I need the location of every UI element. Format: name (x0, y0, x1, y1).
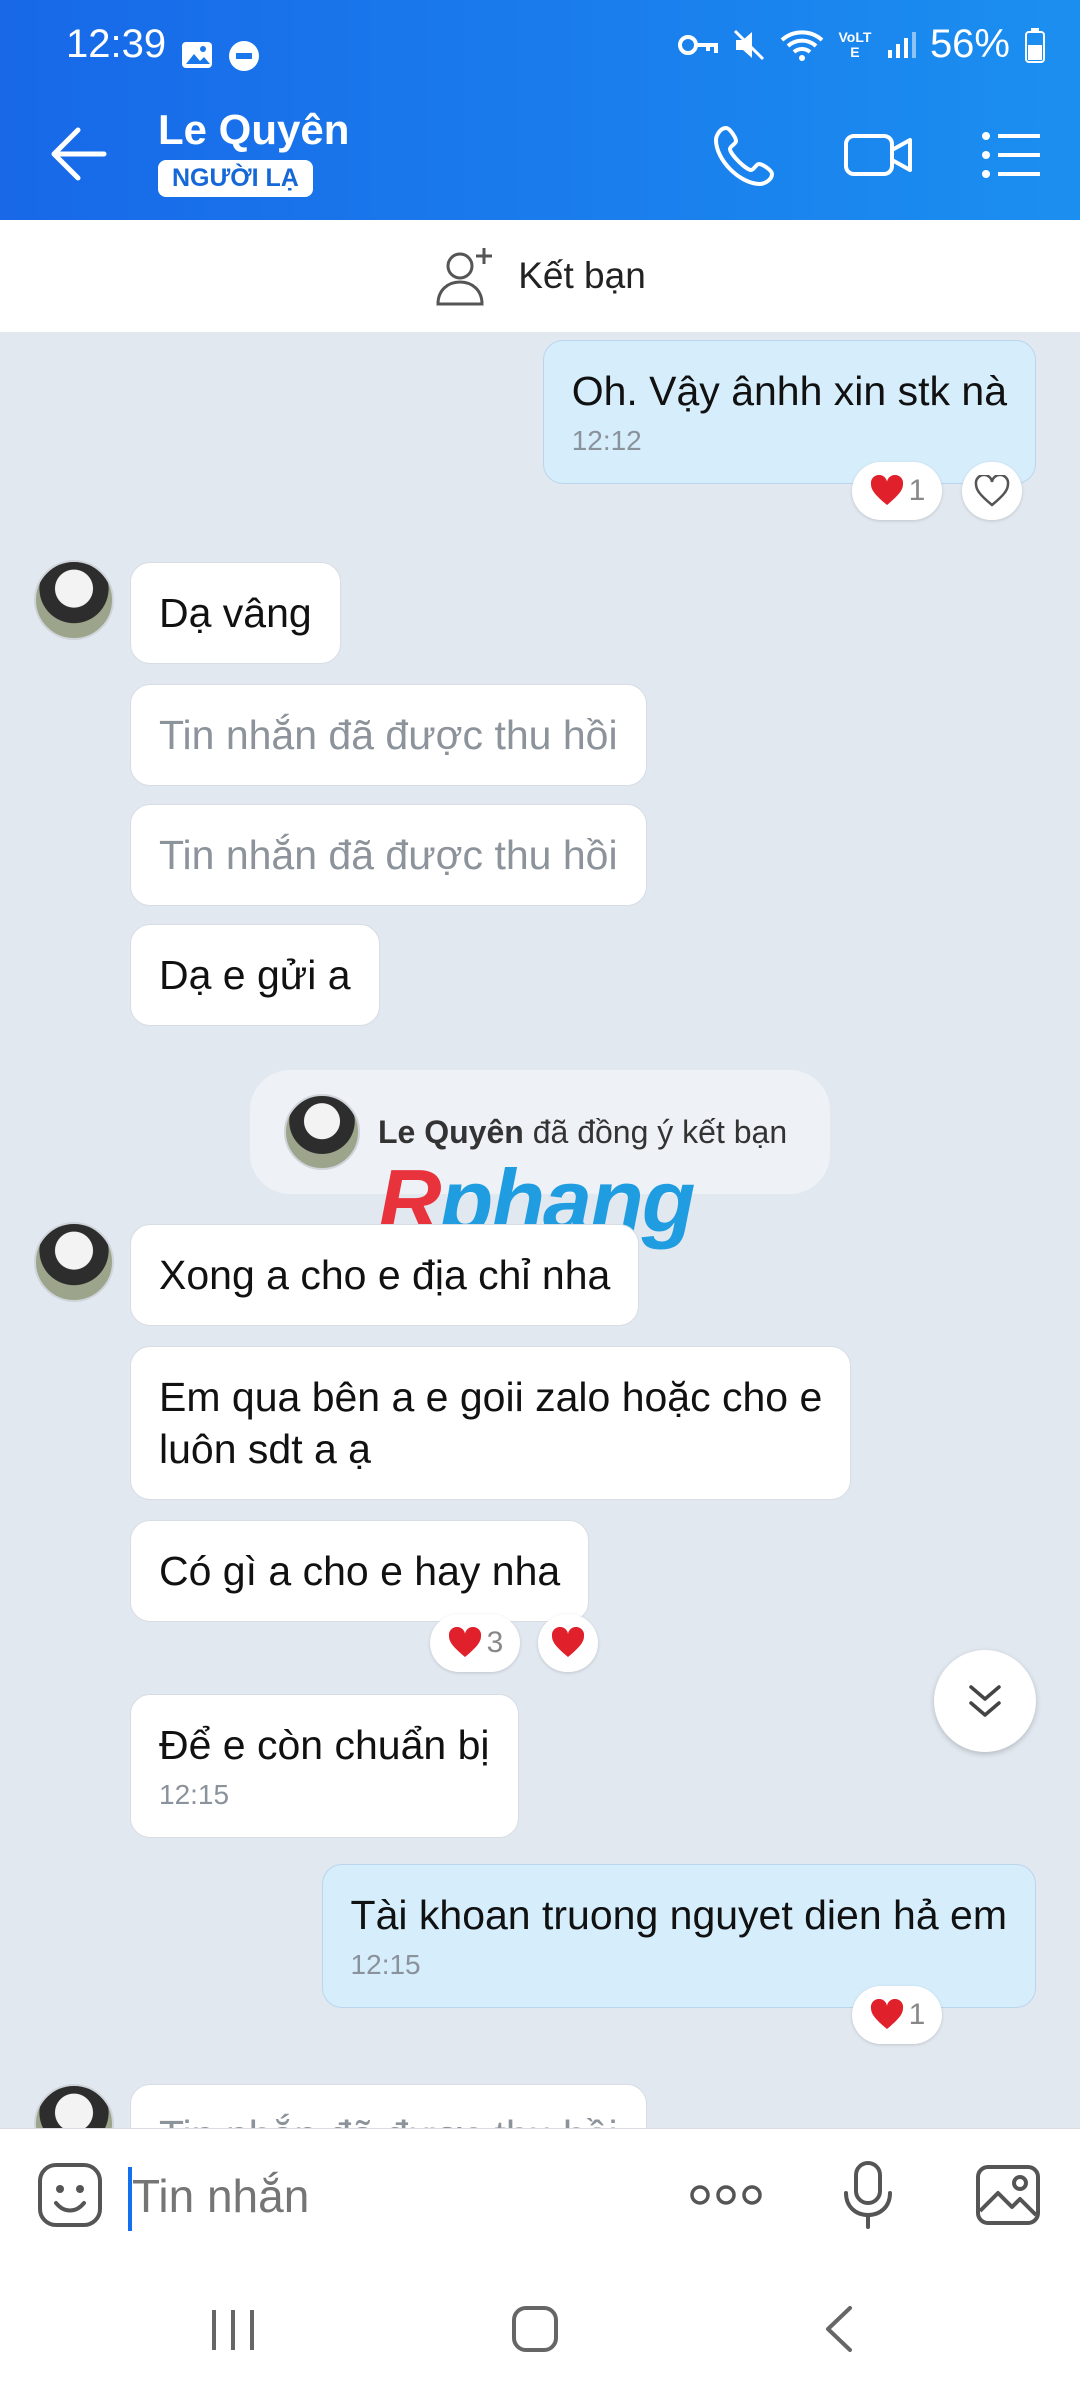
system-message-text: đã đồng ý kết bạn (523, 1113, 788, 1150)
message-text-line: Em qua bên a e goii zalo hoặc cho e (159, 1374, 823, 1420)
reaction-summary[interactable]: 3 (430, 1614, 520, 1672)
message-time: 12:15 (159, 1779, 230, 1810)
heart-icon (870, 475, 903, 505)
battery-icon (1025, 27, 1045, 63)
reaction-count: 3 (486, 1626, 504, 1659)
message-text: Có gì a cho e hay nha (159, 1548, 561, 1594)
video-call-icon[interactable] (842, 122, 914, 188)
back-arrow-icon[interactable] (44, 122, 114, 186)
do-not-disturb-icon (229, 41, 259, 71)
chat-header: Le Quyên NGƯỜI LẠ (0, 86, 1080, 220)
message-input[interactable] (132, 2169, 652, 2223)
add-friend-label: Kết bạn (518, 255, 646, 296)
message-bubble-incoming[interactable]: Dạ vâng (130, 562, 341, 664)
contact-avatar[interactable] (34, 2084, 114, 2128)
scroll-to-bottom-button[interactable] (934, 1650, 1036, 1752)
heart-icon (448, 1627, 481, 1657)
volte-label: VoLTE (838, 28, 872, 60)
status-bar: 12:39 VoLTE 56% (0, 0, 1080, 86)
heart-outline-icon (974, 475, 1010, 507)
message-time: 12:15 (350, 1949, 421, 1980)
react-heart-button[interactable] (538, 1614, 598, 1672)
contact-avatar[interactable] (34, 560, 114, 640)
message-bubble-incoming[interactable]: Dạ e gửi a (130, 924, 380, 1026)
message-text: Xong a cho e địa chỉ nha (159, 1252, 611, 1298)
message-text: Tin nhắn đã được thu hồi (159, 2112, 618, 2128)
message-text-line: luôn sdt a ạ (159, 1426, 371, 1472)
home-icon[interactable] (510, 2304, 560, 2354)
message-time: 12:12 (571, 425, 642, 456)
message-bubble-recalled[interactable]: Tin nhắn đã được thu hồi (130, 804, 647, 906)
vpn-key-icon (677, 34, 718, 55)
message-bubble-outgoing[interactable]: Tài khoan truong nguyet dien hả em 12:15 (321, 1864, 1036, 2008)
phone-call-icon[interactable] (712, 122, 778, 188)
message-bubble-recalled[interactable]: Tin nhắn đã được thu hồi (130, 2084, 647, 2128)
reaction-summary[interactable]: 1 (852, 462, 942, 520)
message-bubble-incoming[interactable]: Có gì a cho e hay nha (130, 1520, 590, 1622)
message-text: Oh. Vậy ânhh xin stk nà (571, 368, 1007, 414)
gallery-icon (182, 42, 212, 68)
wifi-icon (780, 29, 824, 61)
sticker-emoji-icon[interactable] (36, 2161, 104, 2229)
message-text: Để e còn chuẩn bị (159, 1722, 490, 1768)
reaction-summary[interactable]: 1 (852, 1986, 942, 2044)
microphone-icon[interactable] (842, 2159, 894, 2231)
message-bubble-recalled[interactable]: Tin nhắn đã được thu hồi (130, 684, 647, 786)
system-nav-bar (0, 2262, 1080, 2400)
battery-percent: 56% (929, 22, 1010, 66)
add-friend-bar[interactable]: Kết bạn (0, 220, 1080, 332)
message-bubble-outgoing[interactable]: Oh. Vậy ânhh xin stk nà 12:12 (542, 340, 1036, 484)
signal-icon (887, 31, 916, 58)
message-bubble-incoming[interactable]: Em qua bên a e goii zalo hoặc cho e luôn… (130, 1346, 852, 1500)
message-list[interactable]: Oh. Vậy ânhh xin stk nà 12:12 1 Dạ vâng … (0, 332, 1080, 2128)
status-time: 12:39 (66, 22, 167, 66)
nav-back-icon[interactable] (818, 2304, 858, 2354)
reaction-count: 1 (908, 474, 926, 507)
mute-icon (733, 29, 764, 60)
message-bubble-incoming[interactable]: Xong a cho e địa chỉ nha (130, 1224, 640, 1326)
message-text: Dạ vâng (159, 590, 312, 636)
message-text: Tin nhắn đã được thu hồi (159, 832, 618, 878)
reaction-count: 1 (908, 1998, 926, 2031)
react-heart-button[interactable] (962, 462, 1022, 520)
stranger-badge: NGƯỜI LẠ (158, 160, 313, 197)
heart-icon (551, 1627, 585, 1657)
menu-list-icon[interactable] (980, 122, 1042, 188)
more-options-icon[interactable] (688, 2175, 764, 2215)
message-bubble-incoming[interactable]: Để e còn chuẩn bị 12:15 (130, 1694, 519, 1838)
contact-avatar[interactable] (34, 1222, 114, 1302)
double-chevron-down-icon (969, 1685, 1001, 1717)
heart-icon (870, 1999, 903, 2029)
image-gallery-icon[interactable] (974, 2161, 1042, 2229)
add-friend-icon (436, 248, 493, 306)
recent-apps-icon[interactable] (208, 2306, 258, 2354)
message-text: Tài khoan truong nguyet dien hả em (350, 1892, 1007, 1938)
system-avatar (284, 1094, 360, 1170)
system-message-name: Le Quyên (378, 1113, 524, 1150)
message-text: Dạ e gửi a (159, 952, 351, 998)
composer-bar (0, 2128, 1080, 2262)
message-text: Tin nhắn đã được thu hồi (159, 712, 618, 758)
contact-name[interactable]: Le Quyên (158, 106, 349, 154)
